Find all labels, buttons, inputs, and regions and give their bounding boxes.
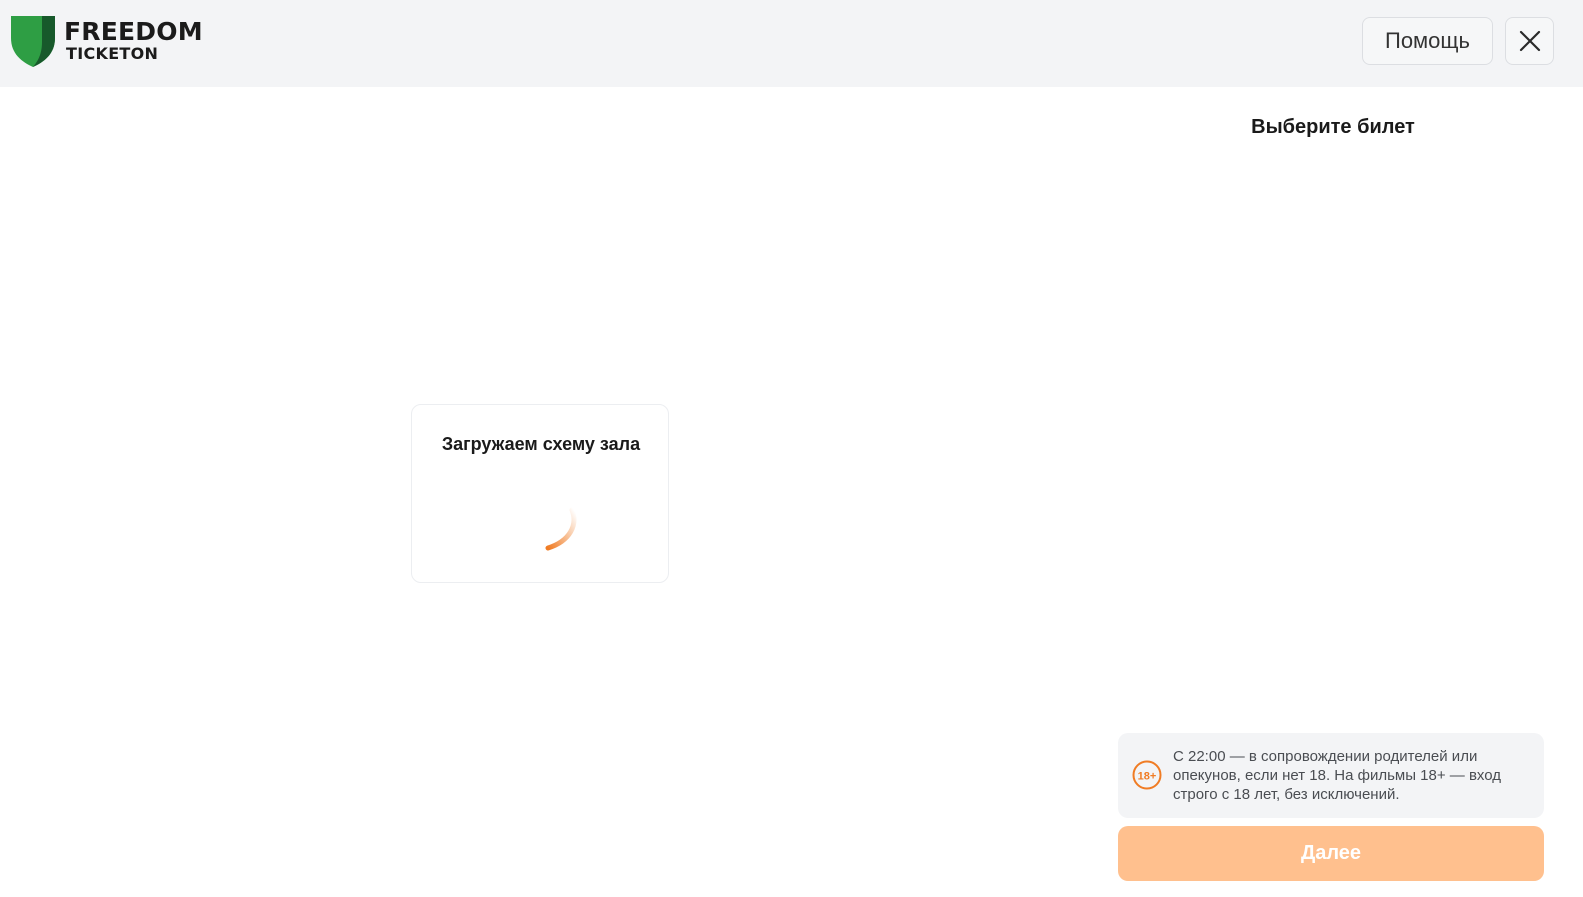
logo-text-freedom: FREEDOM [64,17,203,46]
age-restriction-icon: 18+ [1132,760,1162,790]
shield-logo-icon [11,16,55,67]
close-icon [1519,30,1540,52]
header: FREEDOM TICKETON Помощь [0,0,1583,87]
logo-text-ticketon: TICKETON [66,44,159,63]
hall-scheme-loader: Загружаем схему зала [411,404,669,583]
age-restriction-notice: 18+ С 22:00 — в сопровождении родителей … [1118,733,1544,818]
ticket-panel-title: Выберите билет [1251,116,1415,138]
freedom-ticketon-logo[interactable]: FREEDOM TICKETON [11,16,203,68]
next-button[interactable]: Далее [1118,826,1544,881]
age-badge-text: 18+ [1138,771,1157,783]
loader-text: Загружаем схему зала [441,434,641,454]
help-button[interactable]: Помощь [1362,17,1493,65]
close-button[interactable] [1505,17,1554,65]
loading-spinner-icon [545,507,577,551]
age-notice-text: С 22:00 — в сопровождении родителей или … [1173,748,1502,803]
